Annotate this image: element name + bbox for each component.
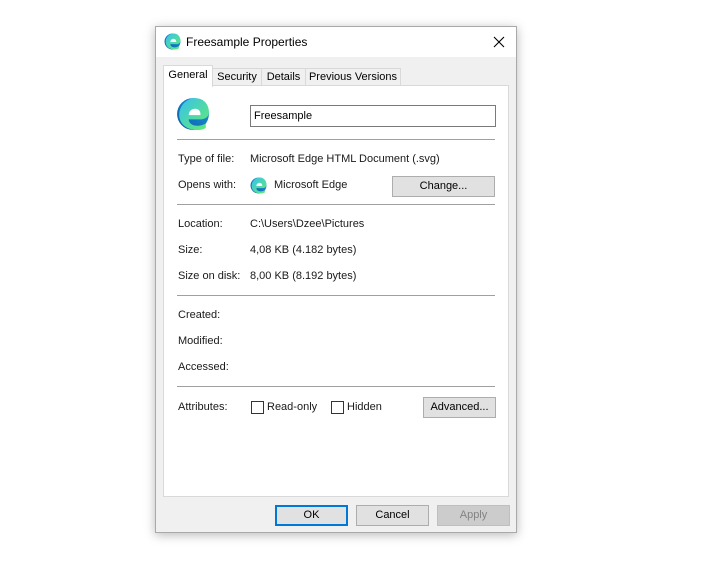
hidden-checkbox[interactable]: [331, 401, 344, 414]
separator: [177, 139, 495, 140]
tab-details[interactable]: Details: [261, 68, 306, 85]
attributes-label: Attributes:: [178, 401, 228, 413]
type-of-file-value: Microsoft Edge HTML Document (.svg): [250, 153, 440, 165]
separator: [177, 386, 495, 387]
ok-button[interactable]: OK: [275, 505, 348, 526]
microsoft-edge-icon: [164, 33, 181, 50]
file-name-input[interactable]: [250, 105, 496, 127]
advanced-button[interactable]: Advanced...: [423, 397, 496, 418]
readonly-checkbox[interactable]: [251, 401, 264, 414]
size-on-disk-label: Size on disk:: [178, 270, 241, 282]
change-button[interactable]: Change...: [392, 176, 495, 197]
created-label: Created:: [178, 309, 221, 321]
type-of-file-label: Type of file:: [178, 153, 235, 165]
tab-security[interactable]: Security: [212, 68, 262, 85]
general-panel: Type of file: Microsoft Edge HTML Docume…: [163, 85, 509, 497]
hidden-label[interactable]: Hidden: [347, 401, 382, 413]
cancel-button[interactable]: Cancel: [356, 505, 429, 526]
tab-previous-versions[interactable]: Previous Versions: [305, 68, 401, 85]
window-title: Freesample Properties: [186, 35, 308, 49]
size-label: Size:: [178, 244, 203, 256]
tab-general[interactable]: General: [163, 65, 213, 87]
modified-label: Modified:: [178, 335, 223, 347]
location-value: C:\Users\Dzee\Pictures: [250, 218, 365, 230]
file-type-icon: [176, 97, 210, 131]
properties-dialog: Freesample Properties General Security D…: [155, 26, 517, 533]
size-value: 4,08 KB (4.182 bytes): [250, 244, 357, 256]
location-label: Location:: [178, 218, 223, 230]
separator: [177, 295, 495, 296]
accessed-label: Accessed:: [178, 361, 229, 373]
title-bar: Freesample Properties: [156, 27, 516, 57]
close-button[interactable]: [482, 27, 516, 57]
size-on-disk-value: 8,00 KB (8.192 bytes): [250, 270, 357, 282]
readonly-label[interactable]: Read-only: [267, 401, 317, 413]
microsoft-edge-icon: [250, 177, 267, 194]
opens-with-label: Opens with:: [178, 179, 237, 191]
apply-button[interactable]: Apply: [437, 505, 510, 526]
close-icon: [493, 36, 505, 48]
separator: [177, 204, 495, 205]
opens-with-value: Microsoft Edge: [274, 179, 348, 191]
